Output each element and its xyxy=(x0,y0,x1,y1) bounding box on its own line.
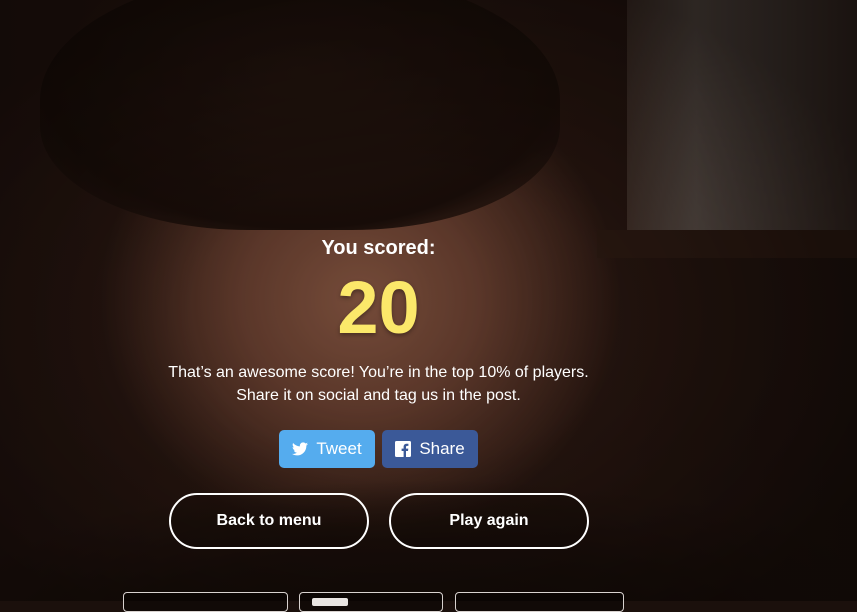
play-again-button[interactable]: Play again xyxy=(389,493,589,549)
score-value: 20 xyxy=(337,266,420,349)
facebook-share-label: Share xyxy=(419,439,465,458)
score-screen: You scored: 20 That’s an awesome score! … xyxy=(0,0,857,612)
facebook-icon xyxy=(395,441,412,457)
score-label: You scored: xyxy=(321,237,436,259)
footer-badge-3[interactable] xyxy=(455,592,624,612)
footer-badge-2[interactable] xyxy=(299,592,443,612)
twitter-bird-icon xyxy=(292,442,309,456)
tweet-button[interactable]: Tweet xyxy=(279,430,375,468)
footer-badge-1[interactable] xyxy=(123,592,288,612)
score-message-line-2: Share it on social and tag us in the pos… xyxy=(236,387,521,404)
tweet-label: Tweet xyxy=(316,439,362,458)
footer-badge-2-mark xyxy=(312,598,348,606)
back-to-menu-button[interactable]: Back to menu xyxy=(169,493,369,549)
score-message: That’s an awesome score! You’re in the t… xyxy=(0,361,757,407)
score-message-line-1: That’s an awesome score! You’re in the t… xyxy=(168,364,589,381)
facebook-share-button[interactable]: Share xyxy=(382,430,478,468)
